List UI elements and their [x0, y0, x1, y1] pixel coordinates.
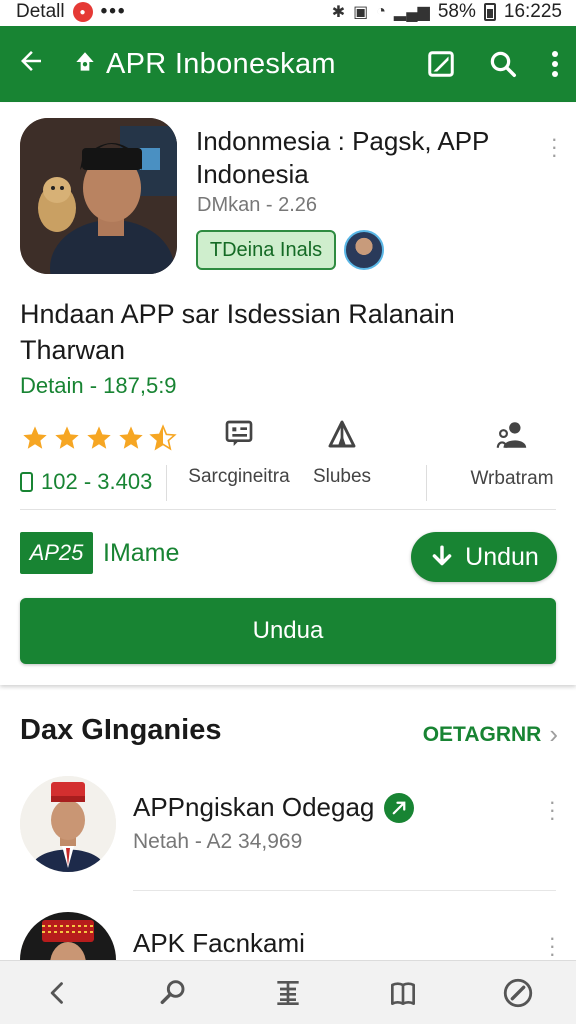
- signal-icon: ▂▄▆: [393, 4, 430, 21]
- rating-count: 102 - 3.403: [20, 469, 152, 495]
- app-title: Indonmesia : Pagsk, APP Indonesia: [196, 126, 489, 189]
- divider: [20, 509, 556, 510]
- stat-column-1[interactable]: Sarcgineitra: [186, 418, 292, 488]
- people-icon: [496, 422, 527, 448]
- half-star-icon: [149, 424, 177, 451]
- list-item-subtitle: Netah - A2 34,969: [133, 830, 303, 853]
- app-subtitle: DMkan - 2.26: [197, 194, 318, 216]
- bluetooth-icon: ✱: [331, 4, 346, 21]
- star-icon: [87, 426, 111, 449]
- verified-icon: [384, 792, 415, 823]
- app-description: Hndaan APP sar Isdessian Ralanain Tharwa…: [20, 299, 455, 365]
- avatar: [20, 776, 116, 872]
- apk-name: IMame: [103, 538, 180, 567]
- app-tag-chip[interactable]: TDeina Inals: [196, 230, 336, 270]
- review-icon: [225, 420, 253, 446]
- stat-column-3[interactable]: Wrbatram: [466, 418, 558, 490]
- battery-icon: [483, 3, 496, 21]
- section-title: Dax GInganies: [20, 714, 222, 746]
- tent-icon: [328, 420, 356, 448]
- divider: [166, 465, 167, 501]
- stats-row: 102 - 3.403 Sarcgineitra Slubes Wrbatram: [0, 418, 576, 503]
- developer-avatar[interactable]: [344, 230, 384, 270]
- stat-label-3: Wrbatram: [470, 468, 554, 489]
- divider: [133, 890, 556, 891]
- battery-percent: 58%: [437, 1, 476, 22]
- app-description-sub: Detain - 187,5:9: [20, 373, 177, 398]
- status-bar: Detall ● ••• ✱ ▣ ◔ ▂▄▆ 58% 16:225: [0, 0, 576, 24]
- bottom-navigation: [0, 960, 576, 1024]
- star-icon: [119, 426, 143, 449]
- phone-icon: [20, 472, 33, 492]
- arrow-back-icon[interactable]: [16, 46, 60, 82]
- list-item-title: APK Facnkami: [133, 928, 305, 958]
- divider: [426, 465, 427, 501]
- more-vert-icon[interactable]: · · ·: [549, 791, 556, 829]
- stat-label-2: Slubes: [312, 466, 372, 487]
- search-icon[interactable]: [488, 49, 518, 79]
- notification-badge-icon: ●: [72, 2, 93, 22]
- install-button[interactable]: Undua: [20, 598, 556, 664]
- rating-stars: [20, 424, 178, 452]
- app-hero-image: [20, 118, 177, 274]
- status-time: 16:225: [503, 1, 562, 22]
- app-bar-title: APR Inboneskam: [106, 47, 336, 80]
- more-vert-icon[interactable]: · · ·: [551, 128, 558, 166]
- stat-label-1: Sarcgineitra: [188, 466, 290, 487]
- star-icon: [23, 426, 47, 449]
- stat-column-2[interactable]: Slubes: [303, 418, 381, 488]
- download-button-label: Undun: [465, 542, 539, 571]
- section-more-link[interactable]: OETAGRNR ›: [423, 719, 558, 750]
- wifi-icon: ◔: [376, 3, 386, 20]
- app-detail-card: Indonmesia : Pagsk, APP Indonesia DMkan …: [0, 103, 576, 685]
- more-vert-icon[interactable]: · · ·: [549, 927, 556, 965]
- back-nav-icon[interactable]: [28, 963, 88, 1023]
- edit-icon[interactable]: [426, 49, 456, 79]
- app-bar: APR Inboneskam: [0, 26, 576, 102]
- library-nav-icon[interactable]: [373, 963, 433, 1023]
- explore-nav-icon[interactable]: [488, 963, 548, 1023]
- more-vert-icon[interactable]: [550, 49, 560, 79]
- star-icon: [55, 426, 79, 449]
- list-nav-icon[interactable]: [258, 963, 318, 1023]
- search-nav-icon[interactable]: [143, 963, 203, 1023]
- status-dots: •••: [100, 1, 127, 22]
- apk-badge: AP25: [20, 532, 93, 574]
- status-left-text: Detall: [16, 1, 65, 22]
- list-item-title: APPngiskan Odegag: [133, 792, 415, 823]
- download-button[interactable]: Undun: [411, 532, 557, 582]
- mute-icon: ▣: [353, 4, 369, 21]
- download-icon: [432, 545, 452, 566]
- apk-row: AP25 IMame: [20, 532, 179, 574]
- chevron-right-icon: ›: [549, 719, 558, 749]
- android-icon: [72, 49, 98, 80]
